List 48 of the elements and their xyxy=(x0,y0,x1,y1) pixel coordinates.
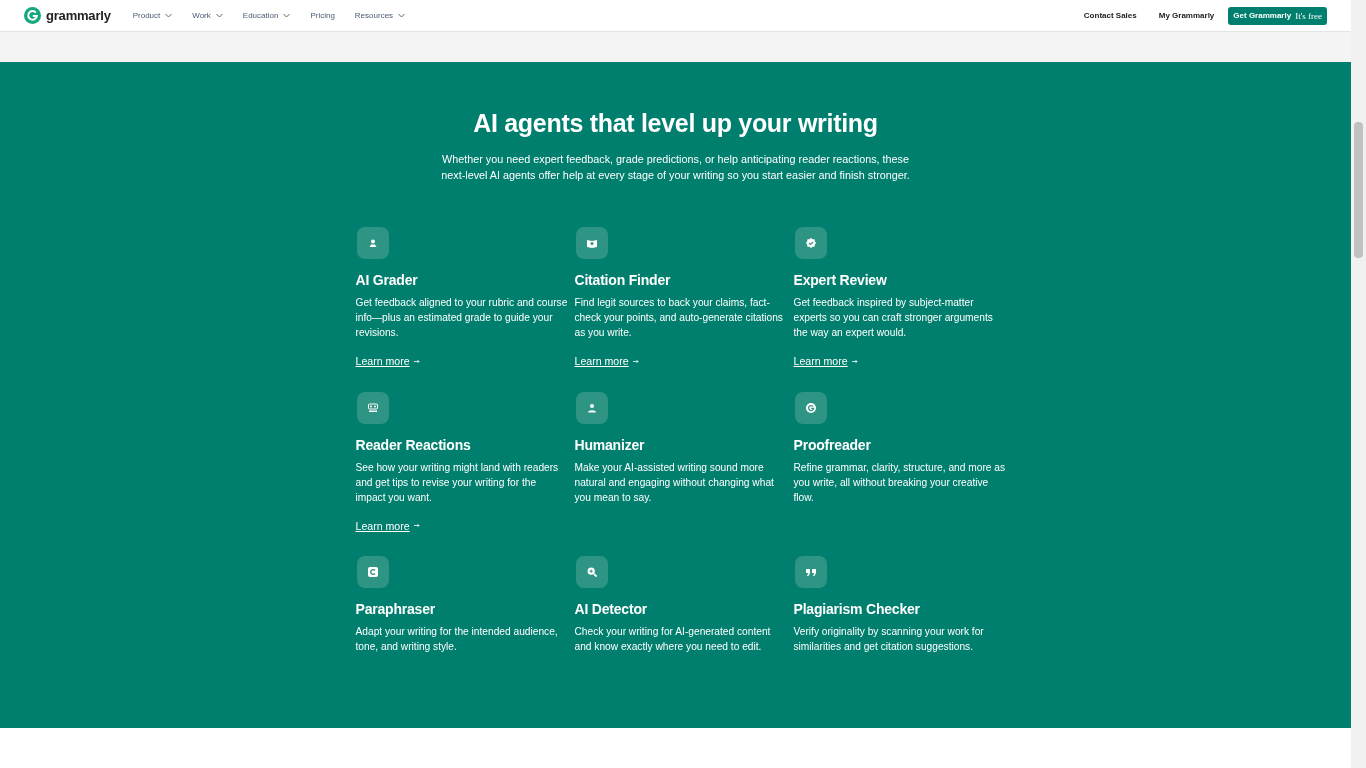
feature-title: Proofreader xyxy=(793,436,871,453)
feature-description: Adapt your writing for the intended audience, tone, and writing style. xyxy=(355,625,559,654)
feature-title: Paraphraser xyxy=(355,601,436,617)
feature-description: Refine grammar, clarity, structure, and more as you write, all without breaking your creative flow. xyxy=(793,460,1006,505)
learn-more-link[interactable]: Learn more xyxy=(793,355,848,367)
magnifier-icon xyxy=(586,567,597,577)
feature-description: See how your writing might land with readers and get tips to revise your writing for the impact you want. xyxy=(355,460,560,505)
feature-title: Expert Review xyxy=(793,272,887,288)
learn-more-link[interactable]: Learn more xyxy=(574,355,629,367)
feature-description: Get feedback inspired by subject-matter experts so you can craft stronger arguments the way an expert would. xyxy=(793,296,994,340)
book-icon xyxy=(586,238,597,248)
feature-title: AI Grader xyxy=(355,272,418,288)
feature-title: Citation Finder xyxy=(574,272,671,288)
learn-more-link[interactable]: Learn more xyxy=(355,355,410,367)
group-icon xyxy=(367,402,378,413)
contact-sales-link[interactable]: Contact Sales xyxy=(1083,11,1137,20)
logo-icon[interactable] xyxy=(24,7,41,24)
logo-text[interactable]: grammarly xyxy=(46,8,111,23)
feature-description: Get feedback aligned to your rubric and course info—plus an estimated grade to guide your revisions. xyxy=(355,296,568,340)
nav-menu-item[interactable]: Pricing xyxy=(310,11,335,20)
section-title: AI agents that level up your writing xyxy=(473,109,878,138)
learn-more-link[interactable]: Learn more xyxy=(355,519,410,532)
quote-icon xyxy=(805,567,816,577)
nav-menu-item[interactable]: Resources xyxy=(354,11,406,20)
nav-menu-item[interactable]: Product xyxy=(132,11,173,20)
get-grammarly-button[interactable]: Get Grammarly It's free xyxy=(1228,6,1327,25)
feature-description: Make your AI-assisted writing sound more natural and engaging without changing what you mean to say. xyxy=(574,460,775,505)
person-icon xyxy=(586,402,597,413)
arrow-right-icon xyxy=(413,523,420,528)
feature-description: Verify originality by scanning your work for similarities and get citation suggestions. xyxy=(793,625,985,654)
feature-title: Humanizer xyxy=(574,436,645,453)
person-pin-icon xyxy=(367,238,378,248)
scrollbar-thumb[interactable] xyxy=(1354,122,1363,258)
g-logo-icon xyxy=(805,402,816,413)
nav-menu-item[interactable]: Work xyxy=(192,11,223,20)
feature-title: Plagiarism Checker xyxy=(793,601,920,617)
nav-menu-item[interactable]: Education xyxy=(242,11,291,20)
feature-title: AI Detector xyxy=(574,601,647,617)
arrow-right-icon xyxy=(413,358,420,364)
rewrite-icon xyxy=(367,567,378,577)
section-subtitle: Whether you need expert feedback, grade predictions, or help anticipating reader reactions, these next-level AI agents offer help at every stage of your writing so you start easier and finish stronger. xyxy=(440,152,911,183)
feature-title: Reader Reactions xyxy=(355,436,471,453)
feature-description: Find legit sources to back your claims, fact-check your points, and auto-generate citations as you write. xyxy=(574,296,784,340)
badge-check-icon xyxy=(805,238,816,248)
arrow-right-icon xyxy=(851,358,858,364)
arrow-right-icon xyxy=(632,358,639,364)
my-grammarly-link[interactable]: My Grammarly xyxy=(1158,11,1215,20)
feature-description: Check your writing for AI-generated content and know exactly where you need to edit. xyxy=(574,625,772,654)
